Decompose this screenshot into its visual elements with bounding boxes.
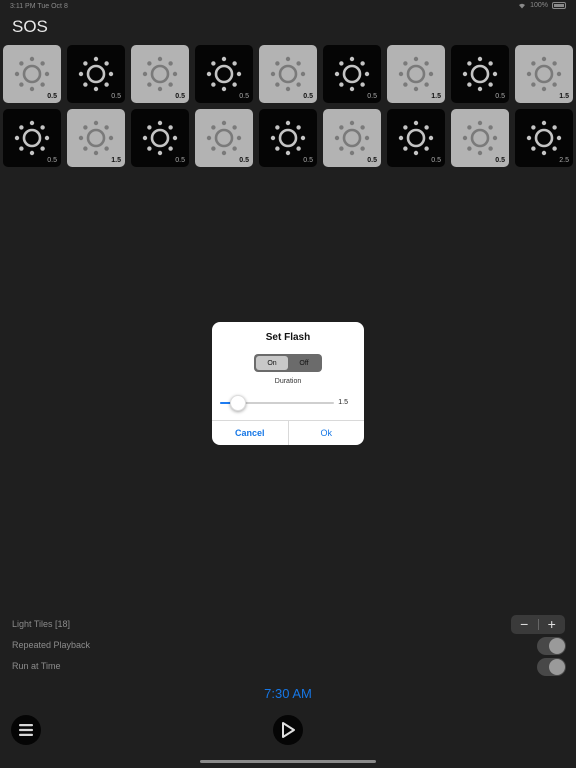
- tile-duration: 2.5: [559, 157, 569, 164]
- light-burst-icon: [14, 120, 50, 156]
- home-indicator: [200, 760, 376, 763]
- stepper-plus-button[interactable]: +: [539, 615, 566, 634]
- scheduled-time[interactable]: 7:30 AM: [0, 686, 576, 701]
- light-burst-icon: [398, 120, 434, 156]
- segment-on[interactable]: On: [256, 356, 288, 370]
- tile-duration: 0.5: [239, 157, 249, 164]
- light-burst-icon: [334, 56, 370, 92]
- repeated-playback-label: Repeated Playback: [12, 640, 91, 650]
- toggle-knob: [549, 659, 565, 675]
- light-tile[interactable]: 1.5: [515, 45, 573, 103]
- ok-button[interactable]: Ok: [287, 421, 365, 445]
- light-burst-icon: [142, 120, 178, 156]
- light-tile[interactable]: 0.5: [3, 45, 61, 103]
- light-tile[interactable]: 0.5: [451, 109, 509, 167]
- tile-duration: 0.5: [175, 157, 185, 164]
- light-burst-icon: [14, 56, 50, 92]
- light-tile[interactable]: 0.5: [67, 45, 125, 103]
- tile-duration: 0.5: [111, 93, 121, 100]
- tile-duration: 0.5: [303, 93, 313, 100]
- duration-label: Duration: [274, 378, 302, 385]
- run-at-time-label: Run at Time: [12, 661, 61, 671]
- set-flash-dialog: Set Flash On Off Duration 1.5 Cancel Ok: [212, 322, 364, 445]
- play-icon: [282, 722, 295, 738]
- battery-percent: 100%: [530, 2, 548, 9]
- tile-duration: 0.5: [239, 93, 249, 100]
- light-burst-icon: [206, 120, 242, 156]
- light-burst-icon: [462, 56, 498, 92]
- light-burst-icon: [270, 120, 306, 156]
- tile-duration: 0.5: [431, 157, 441, 164]
- light-burst-icon: [270, 56, 306, 92]
- light-burst-icon: [78, 120, 114, 156]
- light-burst-icon: [334, 120, 370, 156]
- light-tiles-stepper: − +: [511, 615, 565, 634]
- segment-off[interactable]: Off: [288, 356, 320, 370]
- app-title: SOS: [12, 17, 48, 36]
- wifi-icon: [519, 3, 526, 9]
- light-tile[interactable]: 0.5: [259, 109, 317, 167]
- light-tile[interactable]: 0.5: [259, 45, 317, 103]
- tile-duration: 0.5: [367, 157, 377, 164]
- light-tile[interactable]: 1.5: [67, 109, 125, 167]
- tile-duration: 0.5: [367, 93, 377, 100]
- tile-duration: 0.5: [175, 93, 185, 100]
- tile-duration: 1.5: [559, 93, 569, 100]
- tile-duration: 1.5: [431, 93, 441, 100]
- tile-duration: 0.5: [303, 157, 313, 164]
- light-tile[interactable]: 0.5: [3, 109, 61, 167]
- status-time: 3:11 PM Tue Oct 8: [10, 3, 68, 10]
- light-burst-icon: [462, 120, 498, 156]
- status-right: 100%: [518, 2, 566, 9]
- tile-duration: 0.5: [47, 93, 57, 100]
- light-burst-icon: [526, 120, 562, 156]
- light-burst-icon: [206, 56, 242, 92]
- tile-duration: 1.5: [111, 157, 121, 164]
- cancel-button[interactable]: Cancel: [212, 421, 288, 445]
- run-at-time-toggle[interactable]: [537, 658, 566, 676]
- menu-icon: [19, 724, 33, 736]
- status-bar: 3:11 PM Tue Oct 8 100%: [0, 0, 576, 12]
- light-burst-icon: [142, 56, 178, 92]
- light-tile-grid: 0.5 0.5 0.5 0.5 0.5 0.5 1.5 0.5 1.5 0.5 1.5 0.5 0.5 0…: [3, 45, 573, 167]
- on-off-segmented-control: On Off: [254, 354, 322, 372]
- light-tile[interactable]: 0.5: [131, 45, 189, 103]
- light-tile[interactable]: 2.5: [515, 109, 573, 167]
- light-tile[interactable]: 0.5: [451, 45, 509, 103]
- light-tile[interactable]: 1.5: [387, 45, 445, 103]
- tile-duration: 0.5: [47, 157, 57, 164]
- light-burst-icon: [398, 56, 434, 92]
- duration-value: 1.5: [338, 399, 348, 406]
- duration-slider[interactable]: [220, 395, 334, 411]
- dialog-title: Set Flash: [265, 332, 311, 343]
- light-tile[interactable]: 0.5: [131, 109, 189, 167]
- light-tile[interactable]: 0.5: [323, 45, 381, 103]
- light-tile[interactable]: 0.5: [387, 109, 445, 167]
- menu-button[interactable]: [11, 715, 41, 745]
- light-burst-icon: [526, 56, 562, 92]
- repeated-playback-toggle[interactable]: [537, 637, 566, 655]
- toggle-knob: [549, 638, 565, 654]
- dialog-actions: Cancel Ok: [212, 420, 364, 445]
- light-burst-icon: [78, 56, 114, 92]
- light-tile[interactable]: 0.5: [195, 45, 253, 103]
- tile-duration: 0.5: [495, 157, 505, 164]
- slider-thumb[interactable]: [229, 395, 246, 411]
- tile-duration: 0.5: [495, 93, 505, 100]
- light-tile[interactable]: 0.5: [195, 109, 253, 167]
- light-tiles-label: Light Tiles [18]: [12, 619, 71, 629]
- light-tile[interactable]: 0.5: [323, 109, 381, 167]
- play-button[interactable]: [273, 715, 303, 745]
- stepper-minus-button[interactable]: −: [511, 615, 538, 634]
- battery-icon: [552, 2, 566, 9]
